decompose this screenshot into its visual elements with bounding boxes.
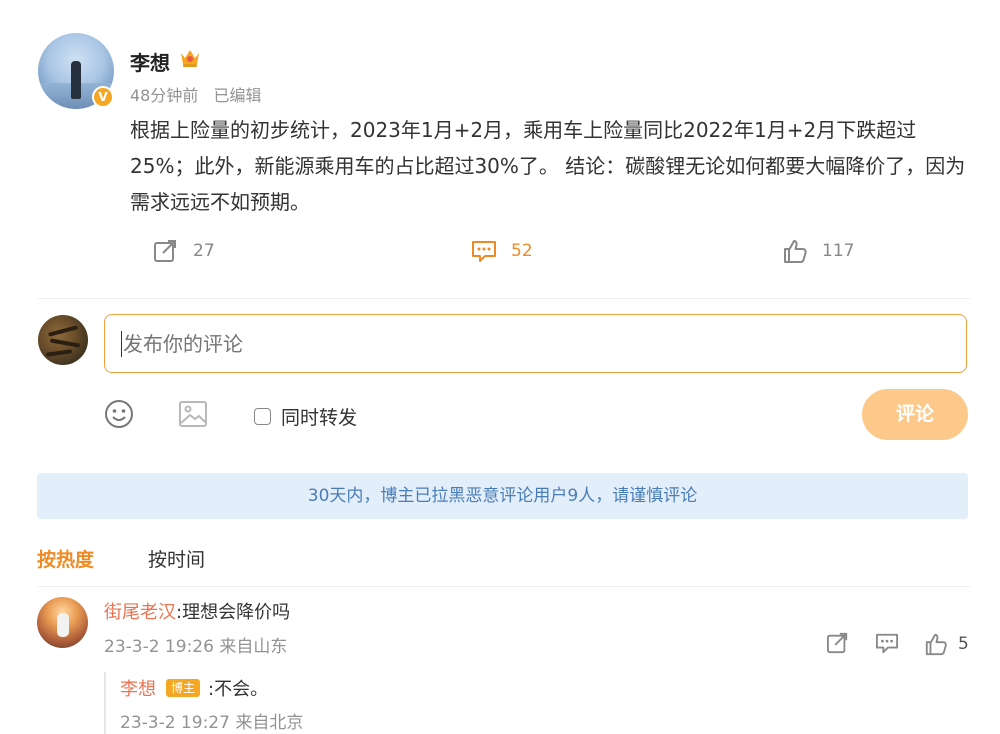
commenter-name[interactable]: 街尾老汉 [104, 602, 176, 623]
blacklist-notice: 30天内，博主已拉黑恶意评论用户9人，请谨慎评论 [37, 473, 968, 519]
comment-content: 街尾老汉:理想会降价吗 [104, 598, 290, 624]
emoji-icon[interactable] [103, 398, 135, 430]
reply-thread-line [104, 672, 106, 734]
thumbs-up-icon [784, 240, 807, 263]
comment-like-button[interactable]: 5 [924, 632, 969, 656]
verified-badge-icon: V [92, 86, 114, 108]
reply-meta: 23-3-2 19:27 来自北京 [120, 713, 304, 733]
submit-comment-button[interactable]: 评论 [862, 389, 968, 440]
comment-repost-icon[interactable] [826, 632, 850, 654]
comment-reply-icon[interactable] [875, 632, 899, 654]
sort-by-hot-tab[interactable]: 按热度 [37, 545, 94, 572]
reply-content: 李想 博主 :不会。 [120, 675, 268, 701]
post-time: 48分钟前 [130, 86, 199, 105]
repost-button[interactable]: 27 [153, 236, 215, 266]
comment-button[interactable]: 52 [471, 236, 533, 266]
comment-icon [472, 241, 496, 262]
avatar-astronaut [57, 613, 69, 637]
repost-count: 27 [193, 241, 215, 261]
image-icon[interactable] [178, 400, 208, 428]
author-badge: 博主 [166, 679, 201, 697]
my-avatar[interactable] [38, 315, 88, 365]
comment-input[interactable] [104, 314, 967, 373]
comment-count: 52 [511, 241, 533, 261]
also-repost-option[interactable]: 同时转发 [254, 403, 357, 430]
thumbs-up-icon [925, 633, 947, 656]
comment-text: :理想会降价吗 [176, 602, 291, 623]
post-text: 根据上险量的初步统计，2023年1月+2月，乘用车上险量同比2022年1月+2月… [130, 118, 966, 214]
reply-author-name[interactable]: 李想 [120, 675, 156, 701]
commenter-avatar[interactable] [37, 597, 88, 648]
crown-icon [181, 50, 199, 67]
post-edited: 已编辑 [213, 86, 262, 105]
text-caret [121, 331, 122, 357]
divider [38, 298, 970, 299]
also-repost-checkbox[interactable] [254, 408, 271, 425]
comment-meta: 23-3-2 19:26 来自山东 [104, 637, 288, 657]
author-name[interactable]: 李想 [130, 47, 170, 76]
comment-like-count: 5 [958, 634, 969, 654]
avatar-figure [71, 61, 81, 99]
post-meta: 48分钟前 已编辑 [130, 82, 271, 106]
divider [38, 586, 970, 587]
like-button[interactable]: 117 [782, 236, 854, 266]
like-count: 117 [822, 241, 855, 261]
sort-by-time-tab[interactable]: 按时间 [148, 545, 205, 572]
reply-text: :不会。 [208, 679, 269, 700]
repost-icon [154, 240, 176, 262]
also-repost-label: 同时转发 [281, 407, 358, 429]
